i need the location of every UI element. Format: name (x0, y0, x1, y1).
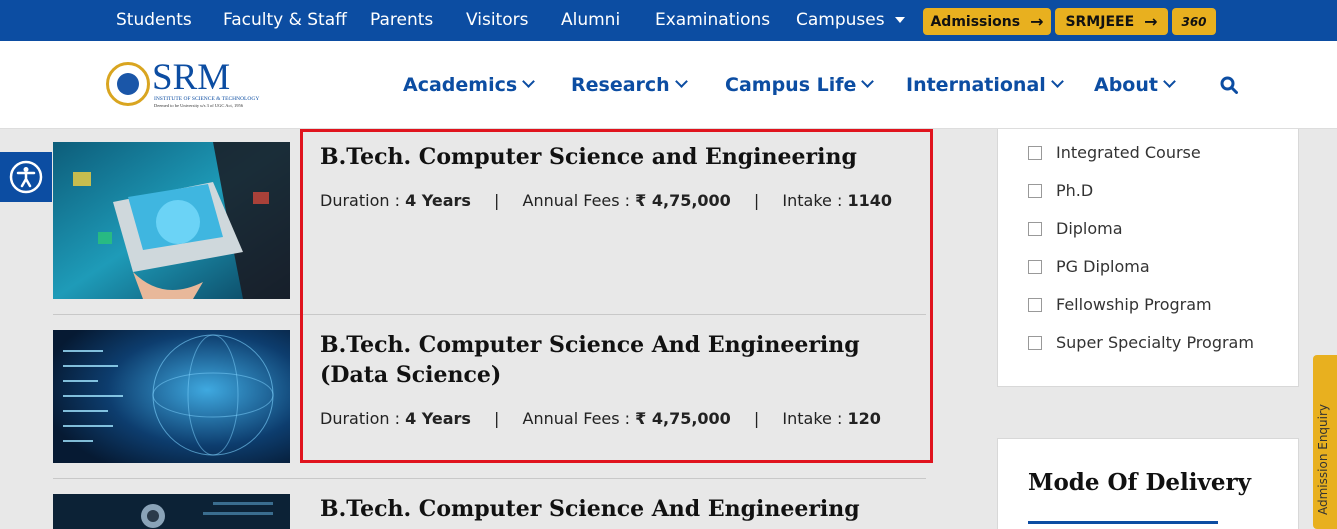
arrow-right-icon: → (1030, 12, 1044, 31)
selection-highlight (300, 129, 933, 463)
topbar-link-parents[interactable]: Parents (370, 10, 433, 30)
srmjeee-button[interactable]: SRMJEEE → (1055, 8, 1168, 35)
filter-label: Super Specialty Program (1056, 333, 1254, 352)
course-thumbnail (53, 494, 290, 529)
admission-enquiry-tab[interactable]: Admission Enquiry (1313, 355, 1337, 529)
accessibility-icon (9, 160, 43, 194)
program-filter-panel: Integrated Course Ph.D Diploma PG Diplom… (997, 129, 1299, 387)
topbar-link-examinations[interactable]: Examinations (655, 10, 770, 30)
filter-option-super-specialty[interactable]: Super Specialty Program (1028, 333, 1254, 352)
filter-option-pg-diploma[interactable]: PG Diploma (1028, 257, 1150, 276)
topbar-link-faculty-staff[interactable]: Faculty & Staff (223, 10, 347, 30)
course-thumbnail (53, 142, 290, 299)
checkbox[interactable] (1028, 145, 1042, 160)
chevron-down-icon (1050, 75, 1064, 88)
filter-label: Integrated Course (1056, 143, 1201, 162)
filter-option-diploma[interactable]: Diploma (1028, 219, 1123, 238)
chevron-down-icon (1163, 75, 1176, 88)
checkbox[interactable] (1028, 183, 1042, 198)
admissions-button[interactable]: Admissions → (923, 8, 1051, 35)
arrow-right-icon: → (1144, 12, 1158, 31)
topbar-campuses-dropdown[interactable]: Campuses (796, 10, 905, 30)
course-divider (53, 478, 926, 479)
course-card[interactable]: B.Tech. Computer Science And Engineering… (53, 494, 926, 529)
admission-enquiry-label: Admission Enquiry (1316, 403, 1330, 515)
logo-seal-icon (106, 62, 150, 106)
course-thumbnail (53, 330, 290, 463)
nav-label: Campus Life (725, 74, 857, 96)
admissions-label: Admissions (930, 13, 1021, 30)
srmjeee-label: SRMJEEE (1065, 13, 1135, 30)
mode-of-delivery-title: Mode Of Delivery (1028, 469, 1251, 496)
tour-label: 360 (1181, 14, 1207, 29)
checkbox[interactable] (1028, 221, 1042, 236)
nav-campus-life[interactable]: Campus Life (725, 74, 875, 96)
chevron-down-icon (674, 75, 688, 88)
chevron-down-icon (861, 75, 875, 88)
checkbox[interactable] (1028, 259, 1042, 274)
nav-label: About (1094, 74, 1158, 96)
filter-option-phd[interactable]: Ph.D (1028, 181, 1093, 200)
logo-name: SRM (152, 57, 231, 98)
mode-of-delivery-panel: Mode Of Delivery (997, 438, 1299, 529)
topbar-link-alumni[interactable]: Alumni (561, 10, 620, 30)
search-icon[interactable] (1220, 76, 1238, 94)
logo-tagline: Deemed to be University u/s 3 of UGC Act… (154, 103, 243, 108)
filter-label: Diploma (1056, 219, 1123, 238)
logo-subtitle: INSTITUTE OF SCIENCE & TECHNOLOGY (154, 96, 260, 102)
nav-academics[interactable]: Academics (403, 74, 536, 96)
course-title[interactable]: B.Tech. Computer Science And Engineering… (320, 494, 910, 529)
srm-logo[interactable]: SRM INSTITUTE OF SCIENCE & TECHNOLOGY De… (106, 57, 259, 114)
top-utility-bar: Students Faculty & Staff Parents Visitor… (0, 0, 1337, 41)
accessibility-button[interactable] (0, 152, 52, 202)
filter-label: PG Diploma (1056, 257, 1150, 276)
nav-research[interactable]: Research (571, 74, 688, 96)
nav-about[interactable]: About (1094, 74, 1176, 96)
nav-international[interactable]: International (906, 74, 1064, 96)
title-underline (1028, 521, 1218, 524)
filter-label: Ph.D (1056, 181, 1094, 200)
nav-label: International (906, 74, 1046, 96)
checkbox[interactable] (1028, 297, 1042, 312)
caret-down-icon (894, 17, 905, 23)
filter-label: Fellowship Program (1056, 295, 1212, 314)
filter-option-integrated-course[interactable]: Integrated Course (1028, 143, 1201, 162)
checkbox[interactable] (1028, 335, 1042, 350)
campuses-label: Campuses (796, 10, 885, 30)
chevron-down-icon (522, 75, 536, 88)
main-header: SRM INSTITUTE OF SCIENCE & TECHNOLOGY De… (0, 41, 1337, 129)
topbar-link-visitors[interactable]: Visitors (466, 10, 528, 30)
virtual-tour-360-button[interactable]: 360 (1172, 8, 1216, 35)
nav-label: Academics (403, 74, 518, 96)
filter-option-fellowship[interactable]: Fellowship Program (1028, 295, 1212, 314)
topbar-link-students[interactable]: Students (116, 10, 192, 30)
nav-label: Research (571, 74, 670, 96)
